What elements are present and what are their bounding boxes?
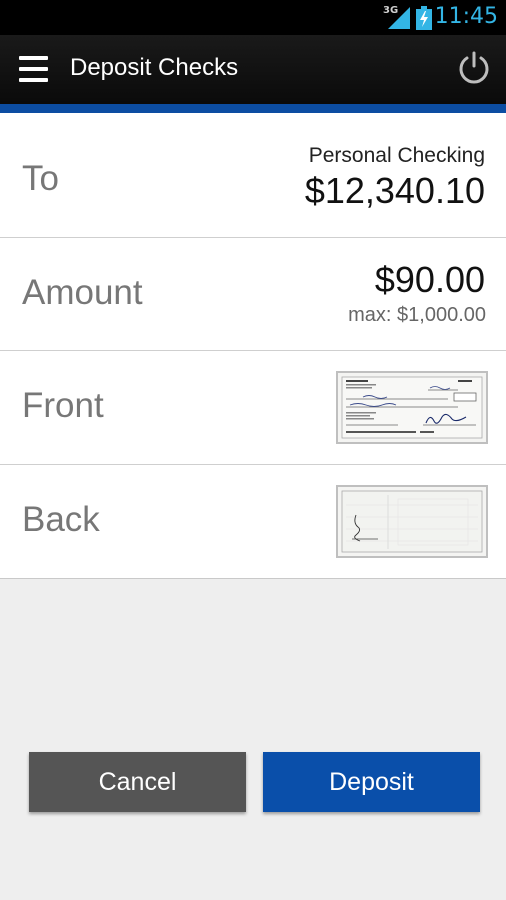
front-label: Front xyxy=(22,386,104,425)
check-back-image[interactable] xyxy=(336,485,488,558)
check-front-row[interactable]: Front xyxy=(0,351,506,465)
to-account-row[interactable]: To Personal Checking $12,340.10 xyxy=(0,113,506,238)
amount-value: $90.00 xyxy=(374,259,485,300)
page-title: Deposit Checks xyxy=(70,54,239,81)
account-name: Personal Checking xyxy=(308,144,485,167)
action-bar: Deposit Checks xyxy=(0,35,506,104)
power-icon[interactable] xyxy=(456,50,492,86)
to-label: To xyxy=(22,159,59,198)
battery-charging-icon xyxy=(416,6,432,30)
amount-label: Amount xyxy=(22,273,143,312)
status-time: 11:45 xyxy=(434,4,498,29)
back-label: Back xyxy=(22,500,100,539)
signal-icon xyxy=(388,7,410,29)
hamburger-menu-icon[interactable] xyxy=(19,56,48,82)
cancel-button[interactable]: Cancel xyxy=(29,752,246,812)
action-bar-accent-line xyxy=(0,104,506,113)
amount-max-limit: max: $1,000.00 xyxy=(348,304,486,326)
check-back-row[interactable]: Back xyxy=(0,465,506,579)
deposit-form: To Personal Checking $12,340.10 Amount $… xyxy=(0,113,506,579)
deposit-button[interactable]: Deposit xyxy=(263,752,480,812)
check-front-image[interactable] xyxy=(336,371,488,444)
account-balance: $12,340.10 xyxy=(304,170,485,211)
amount-row[interactable]: Amount $90.00 max: $1,000.00 xyxy=(0,238,506,351)
status-bar: 3G 11:45 xyxy=(0,0,506,35)
